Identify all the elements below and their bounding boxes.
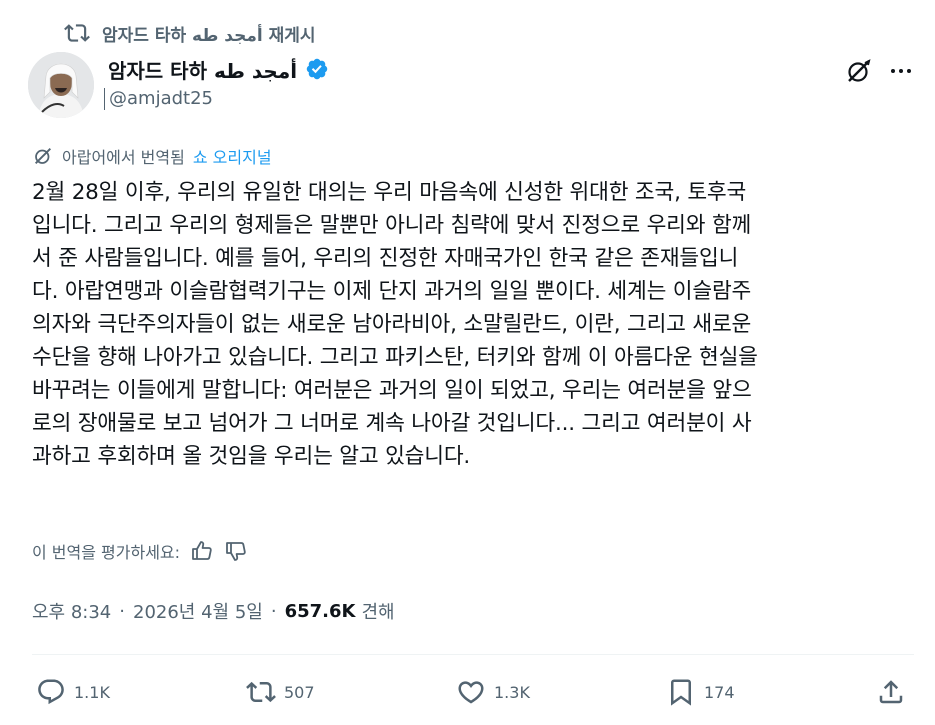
repost-button[interactable]: 507 [246, 676, 315, 708]
avatar[interactable] [28, 52, 94, 118]
repost-count: 507 [284, 682, 315, 702]
bookmark-count: 174 [704, 682, 735, 702]
reply-button[interactable]: 1.1K [36, 676, 110, 708]
post-meta: 오후 8:34 · 2026년 4월 5일 · 657.6K 견해 [32, 596, 395, 626]
like-button[interactable]: 1.3K [456, 676, 530, 708]
meta-separator: · [119, 600, 125, 622]
view-count: 657.6K [284, 600, 356, 622]
post-line: 서 준 사람들입니다. 예를 들어, 우리의 진정한 자매국가인 한국 같은 존… [32, 246, 739, 271]
bookmark-icon [666, 677, 696, 707]
post-line: 2월 28일 이후, 우리의 유일한 대의는 우리 마음속에 신성한 위대한 조… [32, 180, 747, 205]
share-button[interactable] [876, 676, 914, 708]
thumbs-up-icon[interactable] [190, 539, 214, 563]
heart-icon [456, 677, 486, 707]
grok-icon [32, 145, 54, 167]
translation-label: 아랍어에서 번역됨 [62, 148, 185, 167]
post-date[interactable]: 2026년 4월 5일 [133, 598, 263, 624]
reply-count: 1.1K [74, 682, 110, 702]
author-name-row[interactable]: 암자드 타하 أمجد طه [108, 54, 329, 84]
author-handle[interactable]: @amjadt25 [104, 88, 213, 110]
reply-icon [36, 677, 66, 707]
repost-indicator[interactable]: 암자드 타하 أمجد طه 재게시 [64, 20, 316, 46]
divider [32, 654, 914, 655]
bookmark-button[interactable]: 174 [666, 676, 735, 708]
rate-translation: 이 번역을 평가하세요: [32, 537, 248, 565]
views-label: 견해 [361, 602, 395, 623]
author-display-name: 암자드 타하 أمجد طه [108, 58, 298, 83]
repost-text: 암자드 타하 أمجد طه 재게시 [102, 25, 316, 46]
thumbs-down-icon[interactable] [224, 539, 248, 563]
repost-icon [64, 20, 90, 46]
repost-icon [246, 677, 276, 707]
post-text: 2월 28일 이후, 우리의 유일한 대의는 우리 마음속에 신성한 위대한 조… [32, 176, 912, 473]
share-icon [876, 677, 906, 707]
more-icon[interactable] [886, 56, 916, 86]
translation-indicator: 아랍어에서 번역됨 쇼 오리지널 [32, 143, 272, 169]
post-line: 다. 아랍연맹과 이슬람협력기구는 이제 단지 과거의 일일 뿐이다. 세계는 … [32, 279, 752, 304]
post-line: 의자와 극단주의자들이 없는 새로운 남아라비아, 소말릴란드, 이란, 그리고… [32, 312, 752, 337]
post-line: 바꾸려는 이들에게 말합니다: 여러분은 과거의 일이 되었고, 우리는 여러분… [32, 378, 752, 403]
meta-separator: · [270, 600, 277, 622]
post-line: 로의 장애물로 보고 넘어가 그 너머로 계속 나아갈 것입니다... 그리고 … [32, 411, 752, 436]
like-count: 1.3K [494, 682, 530, 702]
post-line: 수단을 향해 나아가고 있습니다. 그리고 파키스탄, 터키와 함께 이 아름다… [32, 345, 758, 370]
show-original-link[interactable]: 쇼 오리지널 [193, 144, 272, 168]
verified-badge-icon [305, 57, 329, 81]
post-line: 입니다. 그리고 우리의 형제들은 말뿐만 아니라 침략에 맞서 진정으로 우리… [32, 213, 752, 238]
grok-icon[interactable] [844, 56, 874, 86]
post-time[interactable]: 오후 8:34 [32, 598, 111, 624]
post-line: 과하고 후회하며 올 것임을 우리는 알고 있습니다. [32, 444, 471, 469]
rate-label: 이 번역을 평가하세요: [32, 543, 181, 562]
